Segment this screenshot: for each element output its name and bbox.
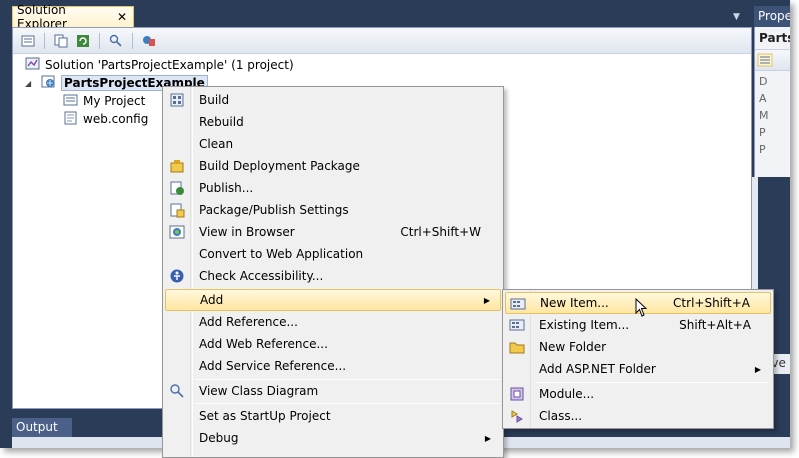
folder-icon xyxy=(509,339,525,355)
class-diagram-icon xyxy=(169,383,185,399)
property-row[interactable]: A xyxy=(759,90,786,107)
properties-icon[interactable] xyxy=(19,32,37,50)
menu-item-label: Add Reference... xyxy=(199,315,298,329)
menu-item-publish[interactable]: Publish... xyxy=(165,177,501,199)
menu-item-convert-to-web-application[interactable]: Convert to Web Application xyxy=(165,243,501,265)
menu-item-new-folder[interactable]: New Folder xyxy=(505,336,771,358)
menu-item-label: Add Service Reference... xyxy=(199,359,347,373)
settings-icon xyxy=(169,202,185,218)
toolbar-separator xyxy=(44,32,45,49)
menu-item-label: View in Browser xyxy=(199,225,295,239)
menu-item-add[interactable]: Add ▶ xyxy=(165,289,501,311)
property-row[interactable]: P xyxy=(759,124,786,141)
menu-item-label: Set as StartUp Project xyxy=(199,409,331,423)
submenu-arrow-icon: ▶ xyxy=(483,295,490,305)
properties-toolbar xyxy=(755,49,790,71)
menu-item-label: Build xyxy=(199,93,230,107)
tree-item-label: My Project xyxy=(83,94,146,108)
property-row[interactable]: D xyxy=(759,73,786,90)
toolbar-separator xyxy=(132,32,133,49)
publish-icon xyxy=(169,180,185,196)
submenu-arrow-icon: ▶ xyxy=(754,364,761,374)
menu-item-class[interactable]: Class... xyxy=(505,405,771,427)
menu-item-label: Debug xyxy=(199,431,239,445)
menu-item-shortcut: Ctrl+Shift+A xyxy=(673,296,750,310)
tree-item-web-config[interactable]: web.config xyxy=(63,110,148,128)
browser-icon xyxy=(169,224,185,240)
tree-item-solution[interactable]: Solution 'PartsProjectExample' (1 projec… xyxy=(25,56,294,74)
menu-item-label: Publish... xyxy=(199,181,254,195)
properties-object-title: Parts xyxy=(759,31,790,45)
menu-item-clean[interactable]: Clean xyxy=(165,133,501,155)
menu-item-label: Package/Publish Settings xyxy=(199,203,349,217)
menu-item-module[interactable]: Module... xyxy=(505,383,771,405)
properties-panel: Parts D A M P P xyxy=(754,27,790,177)
menu-item-set-as-startup-project[interactable]: Set as StartUp Project xyxy=(165,405,501,427)
mouse-cursor-icon xyxy=(635,297,649,318)
menu-item-rebuild[interactable]: Rebuild xyxy=(165,111,501,133)
refresh-icon[interactable] xyxy=(74,32,92,50)
menu-item-view-class-diagram[interactable]: View Class Diagram xyxy=(165,380,501,402)
properties-list: D A M P P xyxy=(755,71,790,160)
module-icon xyxy=(509,386,525,402)
config-file-icon xyxy=(63,111,79,128)
menu-item-label: Class... xyxy=(539,409,583,423)
class-icon xyxy=(509,408,525,424)
menu-item-check-accessibility[interactable]: Check Accessibility... xyxy=(165,265,501,287)
tree-expander-icon[interactable]: ◢ xyxy=(25,79,31,88)
package-icon xyxy=(169,158,185,174)
view-class-diagram-icon[interactable] xyxy=(107,32,125,50)
accessibility-icon xyxy=(169,268,185,284)
tree-item-my-project[interactable]: My Project xyxy=(63,92,145,110)
menu-item-add-service-reference[interactable]: Add Service Reference... xyxy=(165,355,501,377)
menu-item-label: New Item... xyxy=(540,296,609,310)
solution-label: Solution 'PartsProjectExample' (1 projec… xyxy=(45,58,294,72)
tree-item-label: web.config xyxy=(83,112,149,126)
solution-explorer-toolbar xyxy=(13,28,751,54)
menu-item-label: Add ASP.NET Folder xyxy=(539,362,656,376)
chevron-down-icon[interactable]: ▼ xyxy=(733,12,740,22)
property-row[interactable]: M xyxy=(759,107,786,124)
show-all-files-icon[interactable] xyxy=(52,32,70,50)
menu-item-label: Check Accessibility... xyxy=(199,269,324,283)
solution-explorer-tab[interactable]: Solution Explorer ✕ xyxy=(12,3,134,31)
copy-web-site-icon[interactable] xyxy=(140,32,158,50)
context-menu: Build Rebuild Clean Build Deployment Pac… xyxy=(162,86,504,458)
menu-item-label: Add xyxy=(200,293,224,307)
menu-item-label: Clean xyxy=(199,137,234,151)
menu-item-label: Module... xyxy=(539,387,595,401)
property-row[interactable]: P xyxy=(759,141,786,158)
submenu-arrow-icon: ▶ xyxy=(484,433,491,443)
web-project-icon xyxy=(41,75,57,92)
categorized-icon[interactable] xyxy=(757,53,773,70)
properties-tab[interactable]: Prope xyxy=(754,6,790,27)
menu-item-label: Existing Item... xyxy=(539,318,630,332)
menu-item-view-in-browser[interactable]: View in Browser Ctrl+Shift+W xyxy=(165,221,501,243)
menu-separator xyxy=(195,403,501,404)
toolbar-separator xyxy=(99,32,100,49)
build-icon xyxy=(169,92,185,108)
output-tab[interactable]: Output xyxy=(12,418,72,437)
existing-item-icon xyxy=(509,317,525,333)
menu-item-label: New Folder xyxy=(539,340,607,354)
new-item-icon xyxy=(510,296,526,312)
menu-item-build-deployment-package[interactable]: Build Deployment Package xyxy=(165,155,501,177)
my-project-icon xyxy=(63,93,79,110)
close-icon[interactable]: ✕ xyxy=(117,10,127,24)
menu-item-build[interactable]: Build xyxy=(165,89,501,111)
menu-item-shortcut: Ctrl+Shift+W xyxy=(400,225,481,239)
menu-item-add-web-reference[interactable]: Add Web Reference... xyxy=(165,333,501,355)
solution-icon xyxy=(25,57,41,74)
menu-item-label: Convert to Web Application xyxy=(199,247,364,261)
menu-item-add-reference[interactable]: Add Reference... xyxy=(165,311,501,333)
menu-item-debug[interactable]: Debug ▶ xyxy=(165,427,501,449)
menu-item-package-publish-settings[interactable]: Package/Publish Settings xyxy=(165,199,501,221)
menu-item-label: View Class Diagram xyxy=(199,384,319,398)
menu-item-add-aspnet-folder[interactable]: Add ASP.NET Folder ▶ xyxy=(505,358,771,380)
menu-item-label: Rebuild xyxy=(199,115,244,129)
menu-item-shortcut: Shift+Alt+A xyxy=(679,318,751,332)
menu-item-label: Add Web Reference... xyxy=(199,337,328,351)
menu-item-label: Build Deployment Package xyxy=(199,159,360,173)
